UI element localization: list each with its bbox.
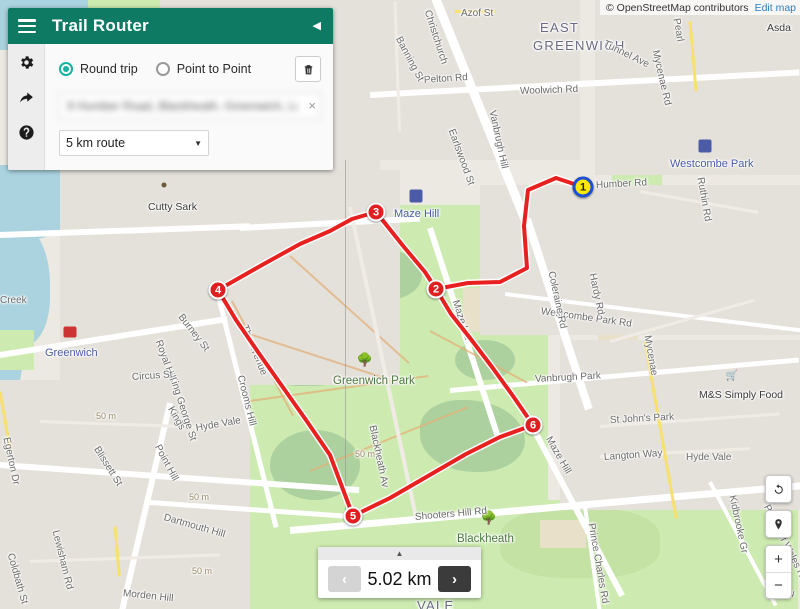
panel-body: Round trip Point to Point × 5 km route [8, 44, 333, 170]
hamburger-icon[interactable] [18, 19, 36, 33]
chevron-left-icon: ‹ [342, 570, 347, 588]
reset-rotation-box [765, 475, 792, 503]
minus-icon: − [774, 577, 783, 594]
panel-main: Round trip Point to Point × 5 km route [45, 44, 333, 170]
route-distance-value: 5.02 km [367, 568, 432, 589]
map-controls: + − [765, 475, 792, 599]
clear-search-icon[interactable]: × [308, 98, 316, 113]
search-input[interactable] [59, 93, 321, 119]
zoom-out-button[interactable]: − [766, 572, 791, 598]
route-marker-2[interactable]: 2 [426, 279, 446, 299]
edit-map-link[interactable]: Edit map [755, 2, 796, 14]
route-length-value: 5 km route [66, 136, 126, 150]
plus-icon: + [774, 550, 783, 568]
previous-route-button[interactable]: ‹ [328, 566, 361, 592]
start-location-field: × [59, 93, 321, 119]
radio-point-to-point[interactable]: Point to Point [155, 62, 252, 76]
radio-dot-point-to-point [155, 62, 170, 76]
my-location-box [765, 510, 792, 538]
trip-mode-group: Round trip Point to Point [59, 56, 321, 82]
distance-bar-handle[interactable]: ▲ [318, 547, 481, 560]
collapse-left-icon[interactable]: ◀ [311, 19, 323, 34]
trash-icon [304, 64, 312, 74]
trail-router-panel: Trail Router ◀ Round trip Point to Point… [8, 8, 333, 170]
route-marker-1[interactable]: 1 [572, 176, 594, 198]
reset-rotation-button[interactable] [766, 476, 791, 502]
share-arrow-icon[interactable] [18, 89, 35, 106]
distance-bar: ▲ ‹ 5.02 km › [318, 547, 481, 598]
route-marker-6[interactable]: 6 [523, 415, 543, 435]
next-route-button[interactable]: › [438, 566, 471, 592]
route-length-select[interactable]: 5 km route ▼ [59, 130, 209, 156]
radio-round-trip[interactable]: Round trip [59, 62, 138, 76]
attribution-copyright: © OpenStreetMap contributors [606, 2, 749, 14]
radio-label-round-trip: Round trip [80, 62, 138, 76]
map-application: 🌳 🌳 🛒 EAST GREENWICH VALE Greenwich Park Bla… [0, 0, 800, 609]
distance-row: ‹ 5.02 km › [318, 560, 481, 598]
question-circle-icon[interactable] [18, 124, 35, 141]
zoom-box: + − [765, 545, 792, 599]
radio-label-point-to-point: Point to Point [176, 62, 252, 76]
route-marker-5[interactable]: 5 [343, 506, 363, 526]
route-marker-4[interactable]: 4 [208, 280, 228, 300]
clear-route-button[interactable] [295, 56, 321, 82]
route-marker-3[interactable]: 3 [366, 202, 386, 222]
panel-header: Trail Router ◀ [8, 8, 333, 44]
my-location-button[interactable] [766, 511, 791, 537]
location-pin-icon [775, 518, 782, 529]
chevron-down-icon: ▼ [194, 138, 202, 148]
chevron-right-icon: › [452, 570, 457, 588]
panel-icon-rail [8, 44, 45, 170]
gear-icon[interactable] [18, 54, 35, 71]
undo-icon [774, 483, 783, 494]
zoom-in-button[interactable]: + [766, 546, 791, 572]
radio-dot-round-trip [59, 62, 73, 76]
attribution-bar: © OpenStreetMap contributors Edit map [600, 0, 800, 15]
collapse-up-icon: ▲ [395, 549, 404, 558]
page-title: Trail Router [52, 16, 149, 35]
